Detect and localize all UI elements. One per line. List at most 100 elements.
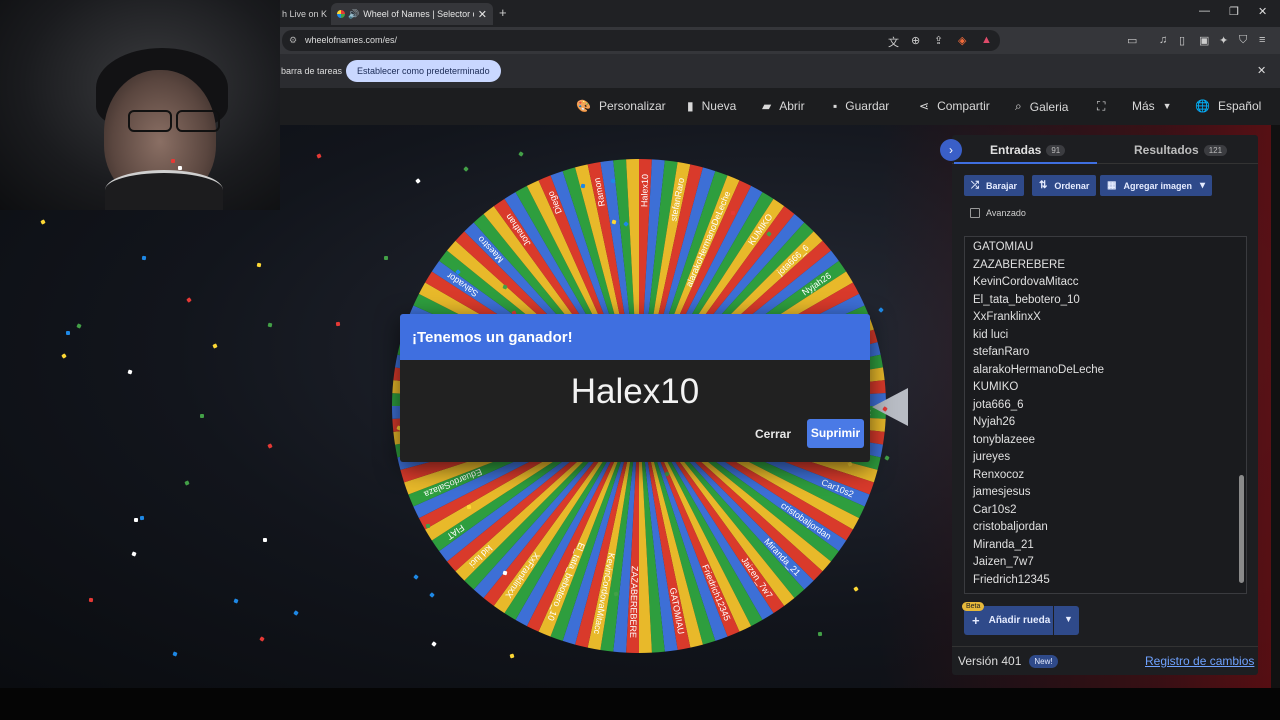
confetti-piece — [65, 330, 71, 336]
close-infobar-icon[interactable]: ✕ — [1257, 64, 1266, 77]
mas-button[interactable]: Más ▼ — [1132, 99, 1172, 113]
confetti-piece — [133, 517, 139, 523]
search-icon: ⌕ — [1015, 99, 1022, 113]
brave-rewards-icon[interactable]: ▲ — [981, 34, 992, 46]
browser-tab-twitch[interactable]: h Live on K — [282, 3, 328, 25]
nav-label: Guardar — [845, 99, 890, 113]
confetti-piece — [580, 183, 586, 189]
sort-icon: ⇅ — [1039, 180, 1048, 191]
entries-textarea[interactable]: GATOMIAU ZAZABEREBERE KevinCordovaMitacc El… — [964, 236, 1247, 594]
confetti-piece — [199, 413, 205, 419]
add-image-button[interactable]: ▦ Agregar imagen ▾ — [1100, 175, 1213, 196]
restore-icon[interactable]: ❐ — [1229, 5, 1239, 18]
entry-item: alarakoHermanoDeLeche — [973, 363, 1105, 376]
entry-item: XxFranklinxX — [973, 311, 1041, 323]
taskbar — [0, 688, 1280, 720]
infobar-text: barra de tareas — [281, 66, 343, 76]
button-label: Barajar — [986, 180, 1018, 191]
nav-label: Compartir — [937, 99, 990, 113]
confetti-piece — [256, 262, 262, 268]
brave-shield-icon[interactable]: ◈ — [958, 34, 966, 47]
active-tab-indicator — [954, 162, 1097, 164]
webcam-person-collar — [105, 170, 223, 210]
personalizar-button[interactable]: 🎨 Personalizar — [576, 99, 666, 113]
entry-item: KUMIKO — [973, 381, 1019, 393]
confetti-piece — [425, 523, 431, 529]
shuffle-button[interactable]: ⤮ Barajar — [964, 175, 1025, 196]
fullscreen-button[interactable]: ⛶ — [1097, 99, 1113, 114]
galeria-button[interactable]: ⌕ Galeria — [1015, 99, 1068, 114]
entries-panel: Entradas 91 Resultados 121 ⤮ Barajar ⇅ Orden… — [952, 135, 1258, 675]
beta-badge: Beta — [962, 602, 985, 611]
abrir-button[interactable]: ▰ Abrir — [762, 99, 805, 113]
minimize-icon[interactable]: — — [1199, 5, 1210, 17]
entries-list: GATOMIAU ZAZABEREBERE KevinCordovaMitacc El… — [965, 237, 1246, 589]
vpn-icon[interactable]: ⛉ — [1239, 34, 1247, 47]
entries-scrollbar[interactable] — [1237, 237, 1246, 593]
collapse-panel-button[interactable]: › — [940, 139, 962, 161]
entry-item: jamesjesus — [973, 486, 1031, 498]
reading-list-icon[interactable]: ▯ — [1179, 34, 1185, 47]
browser-tab-wheel[interactable]: 🔊 Wheel of Names | Selector de ✕ — [331, 3, 493, 25]
webcam-overlay — [0, 0, 280, 210]
wallet-icon[interactable]: ▣ — [1199, 34, 1209, 47]
nav-label: Nueva — [701, 99, 737, 113]
confetti-piece — [170, 158, 176, 164]
nueva-button[interactable]: ▮ Nueva — [687, 99, 736, 113]
close-tab-icon[interactable]: ✕ — [478, 8, 487, 21]
sort-button[interactable]: ⇅ Ordenar — [1032, 175, 1097, 196]
share-icon[interactable]: ⇪ — [934, 34, 943, 47]
entry-item: Miranda_21 — [973, 538, 1034, 551]
compartir-button[interactable]: ⋖ Compartir — [919, 99, 990, 113]
wheel-label: Halex10 — [639, 174, 650, 207]
panel-footer-divider — [952, 646, 1258, 647]
confetti-piece — [383, 255, 389, 261]
entry-item: cristobaljordan — [973, 521, 1048, 533]
file-icon: ▮ — [687, 99, 694, 113]
nav-label: Más — [1132, 99, 1155, 113]
sidebar-toggle-icon[interactable]: ▭ — [1127, 34, 1137, 47]
caret-down-icon[interactable]: ▼ — [1064, 614, 1073, 624]
set-default-button[interactable]: Establecer como predeterminado — [346, 60, 501, 82]
tab-resultados[interactable]: Resultados 121 — [1134, 143, 1228, 157]
menu-icon[interactable]: ≡ — [1259, 34, 1265, 46]
results-count-badge: 121 — [1203, 144, 1228, 156]
close-button[interactable]: Cerrar — [755, 427, 791, 441]
speaker-icon[interactable]: 🔊 — [348, 9, 359, 20]
entry-item: stefanRaro — [973, 346, 1030, 358]
folder-icon: ▰ — [762, 99, 772, 113]
button-label: Añadir rueda — [988, 615, 1051, 626]
dialog-title: ¡Tenemos un ganador! — [400, 314, 870, 360]
nav-label: Español — [1217, 99, 1262, 113]
ai-icon[interactable]: ✦ — [1219, 34, 1228, 47]
tab-label: Wheel of Names | Selector de — [363, 9, 474, 19]
language-button[interactable]: 🌐 Español — [1195, 99, 1261, 113]
entry-item: KevinCordovaMitacc — [973, 276, 1079, 288]
wheel-label: ZAZABEREBERE — [628, 566, 640, 638]
page-scrollbar[interactable] — [1271, 125, 1280, 688]
palette-icon: 🎨 — [576, 99, 591, 113]
remove-button[interactable]: Suprimir — [807, 419, 864, 448]
advanced-checkbox[interactable] — [970, 208, 980, 218]
scrollbar-thumb[interactable] — [1239, 475, 1244, 583]
entry-item: tonyblazeee — [973, 433, 1036, 446]
entry-item: Renxocoz — [973, 468, 1025, 481]
site-info-icon[interactable]: ⚙ — [289, 30, 297, 51]
translate-icon[interactable]: 文 — [888, 34, 899, 50]
advanced-label: Avanzado — [986, 208, 1026, 218]
button-label: Ordenar — [1054, 180, 1090, 191]
new-tab-icon[interactable]: + — [499, 5, 507, 20]
tab-label: Resultados — [1134, 143, 1199, 157]
media-icon[interactable]: ♫ — [1159, 34, 1167, 46]
zoom-icon[interactable]: ⊕ — [911, 34, 920, 47]
tab-entradas[interactable]: Entradas 91 — [990, 143, 1066, 157]
nav-label: Personalizar — [598, 99, 666, 113]
version-label: Versión 401 — [958, 654, 1022, 668]
confetti-piece — [335, 321, 341, 327]
changelog-link[interactable]: Registro de cambios — [1145, 654, 1254, 668]
url-text: wheelofnames.com/es/ — [305, 35, 398, 45]
guardar-button[interactable]: ▪ Guardar — [833, 99, 889, 113]
caret-down-icon: ▾ — [1199, 180, 1206, 191]
close-window-icon[interactable]: ✕ — [1258, 5, 1267, 18]
confetti-piece — [731, 211, 735, 215]
